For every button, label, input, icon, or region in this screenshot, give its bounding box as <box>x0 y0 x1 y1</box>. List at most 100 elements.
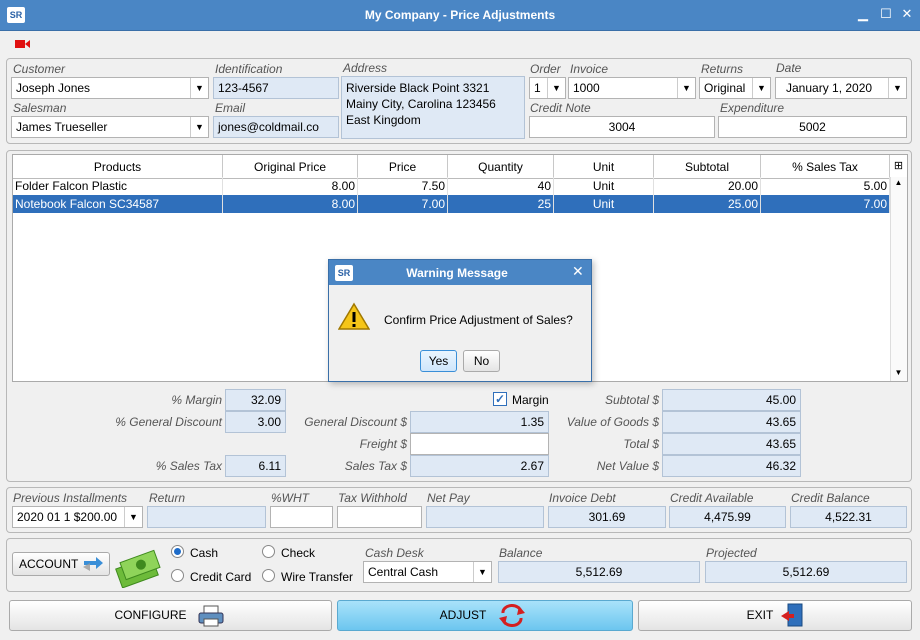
dialog-title: Warning Message <box>406 266 508 280</box>
cell-original-price: 8.00 <box>223 177 358 195</box>
minimize-icon[interactable]: ▁ <box>855 6 871 22</box>
column-header[interactable]: Price <box>358 155 448 179</box>
credit-available-label: Credit Available <box>670 491 754 505</box>
net-value-field[interactable]: 46.32 <box>662 455 801 477</box>
invoice-debt-label: Invoice Debt <box>549 491 616 505</box>
dialog-close-icon[interactable]: ✕ <box>572 263 584 280</box>
credit-available-field[interactable]: 4,475.99 <box>669 506 786 528</box>
yes-button[interactable]: Yes <box>420 350 457 372</box>
projected-label: Projected <box>706 546 757 560</box>
balance-field[interactable]: 5,512.69 <box>498 561 700 583</box>
customer-label: Customer <box>13 62 66 76</box>
check-label: Check <box>281 546 316 560</box>
tax-withhold-field[interactable] <box>337 506 422 528</box>
scroll-down-icon[interactable]: ▼ <box>891 368 906 377</box>
total-field[interactable]: 43.65 <box>662 433 801 455</box>
margin-pct-field[interactable]: 32.09 <box>225 389 286 411</box>
money-stack-icon <box>115 549 161 588</box>
chevron-down-icon: ▼ <box>473 562 491 582</box>
margin-checkbox[interactable]: ✓ <box>493 392 507 406</box>
column-header[interactable]: % Sales Tax <box>761 155 890 179</box>
cash-desk-label: Cash Desk <box>365 546 424 560</box>
invoice-debt-field[interactable]: 301.69 <box>548 506 666 528</box>
address-line: Mainy City, Carolina 123456 <box>346 97 496 111</box>
returns-select[interactable]: Original ▼ <box>699 77 771 99</box>
value-goods-field[interactable]: 43.65 <box>662 411 801 433</box>
exit-door-icon <box>781 603 803 627</box>
general-discount-pct-label: % General Discount <box>115 415 222 429</box>
address-label: Address <box>343 61 388 75</box>
video-camera-icon[interactable] <box>15 38 31 50</box>
margin-pct-label: % Margin <box>171 393 222 407</box>
subtotal-field[interactable]: 45.00 <box>662 389 801 411</box>
total-label: Total $ <box>623 437 659 451</box>
cash-label: Cash <box>190 546 219 560</box>
date-label: Date <box>776 61 802 75</box>
email-field[interactable]: jones@coldmail.co <box>213 116 339 138</box>
check-radio[interactable] <box>262 545 275 558</box>
order-select[interactable]: 1 ▼ <box>529 77 566 99</box>
wht-label: %WHT <box>271 491 309 505</box>
prev-installments-select[interactable]: 2020 01 1 $200.00 ▼ <box>12 506 143 528</box>
configure-button[interactable]: CONFIGURE <box>9 600 332 631</box>
prev-installments-label: Previous Installments <box>13 491 128 505</box>
adjust-button[interactable]: ADJUST <box>337 600 633 631</box>
customer-select[interactable]: Joseph Jones ▼ <box>11 77 209 99</box>
order-label: Order <box>530 62 561 76</box>
sales-tax-label: Sales Tax $ <box>344 459 407 473</box>
column-header[interactable]: Quantity <box>448 155 554 179</box>
column-header[interactable]: Subtotal <box>654 155 761 179</box>
column-chooser-icon[interactable]: ⊞ <box>890 155 907 179</box>
address-line: Riverside Black Point 3321 <box>346 81 490 95</box>
tax-withhold-label: Tax Withhold <box>338 491 407 505</box>
net-pay-label: Net Pay <box>427 491 470 505</box>
maximize-icon[interactable]: ☐ <box>878 6 894 22</box>
wire-transfer-radio[interactable] <box>262 569 275 582</box>
cell-sales-tax: 5.00 <box>761 177 890 195</box>
sales-tax-field[interactable]: 2.67 <box>410 455 549 477</box>
cell-subtotal: 25.00 <box>654 195 761 213</box>
returns-label: Returns <box>701 62 744 76</box>
account-button-label: ACCOUNT <box>19 557 79 571</box>
cell-unit: Unit <box>554 177 654 195</box>
freight-field[interactable] <box>410 433 549 455</box>
wht-field[interactable] <box>270 506 333 528</box>
no-button[interactable]: No <box>463 350 500 372</box>
net-pay-field[interactable] <box>426 506 544 528</box>
cash-desk-select[interactable]: Central Cash ▼ <box>363 561 492 583</box>
credit-note-field[interactable]: 3004 <box>529 116 715 138</box>
close-icon[interactable]: ✕ <box>899 6 915 22</box>
freight-label: Freight $ <box>359 437 407 451</box>
scroll-up-icon[interactable]: ▲ <box>891 178 906 187</box>
cash-radio[interactable] <box>171 545 184 558</box>
column-header[interactable]: Original Price <box>223 155 358 179</box>
salesman-select[interactable]: James Trueseller ▼ <box>11 116 209 138</box>
column-header[interactable]: Products <box>13 155 223 179</box>
cell-sales-tax: 7.00 <box>761 195 890 213</box>
exit-button-label: EXIT <box>746 608 774 622</box>
chevron-down-icon: ▼ <box>190 117 208 137</box>
table-scrollbar[interactable] <box>890 177 907 381</box>
return-label: Return <box>149 491 186 505</box>
invoice-select[interactable]: 1000 ▼ <box>568 77 696 99</box>
exit-button[interactable]: EXIT <box>638 600 912 631</box>
column-header[interactable]: Unit <box>554 155 654 179</box>
general-discount-field[interactable]: 1.35 <box>410 411 549 433</box>
credit-balance-field[interactable]: 4,522.31 <box>790 506 907 528</box>
salesman-label: Salesman <box>13 101 67 115</box>
date-picker[interactable]: January 1, 2020 ▼ <box>775 77 907 99</box>
balance-label: Balance <box>499 546 543 560</box>
credit-card-label: Credit Card <box>190 570 252 584</box>
credit-card-radio[interactable] <box>171 569 184 582</box>
email-label: Email <box>215 101 246 115</box>
wire-transfer-label: Wire Transfer <box>281 570 354 584</box>
configure-button-label: CONFIGURE <box>114 608 187 622</box>
address-field[interactable]: Riverside Black Point 3321 Mainy City, C… <box>341 76 525 139</box>
cell-quantity: 25 <box>448 195 554 213</box>
return-field[interactable] <box>147 506 266 528</box>
identification-field[interactable]: 123-4567 <box>213 77 339 99</box>
cell-unit: Unit <box>554 195 654 213</box>
projected-field[interactable]: 5,512.69 <box>705 561 907 583</box>
expenditure-field[interactable]: 5002 <box>718 116 907 138</box>
chevron-down-icon: ▼ <box>888 78 906 98</box>
